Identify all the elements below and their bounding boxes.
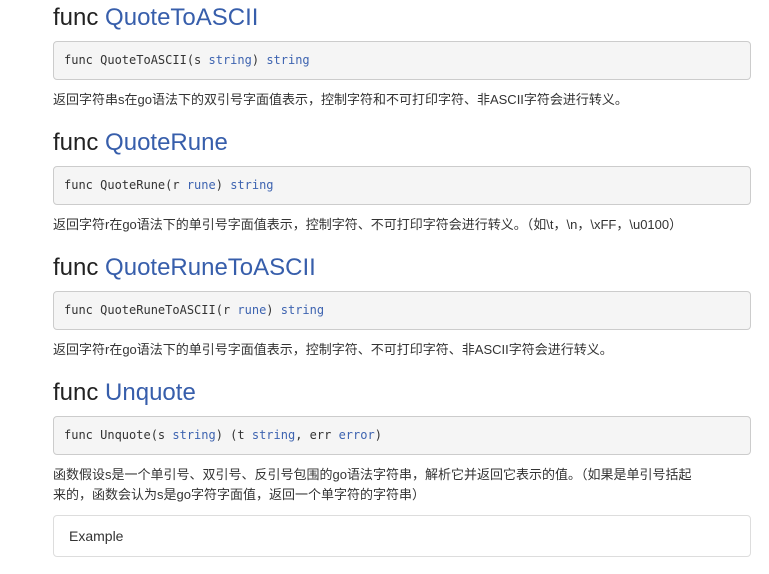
sig-return-type-2: error xyxy=(338,428,375,442)
sig-param-type: rune xyxy=(186,178,216,192)
func-description: 返回字符r在go语法下的单引号字面值表示，控制字符、不可打印字符、非ASCII字… xyxy=(53,342,613,357)
sig-param-type: string xyxy=(172,428,216,442)
sig-prefix: func QuoteRuneToASCII(r xyxy=(64,303,238,317)
func-description: 返回字符串s在go语法下的双引号字面值表示，控制字符和不可打印字符、非ASCII… xyxy=(53,92,628,107)
sig-prefix: func Unquote(s xyxy=(64,428,173,442)
func-name-link[interactable]: QuoteToASCII xyxy=(105,4,258,31)
func-description: 返回字符r在go语法下的单引号字面值表示，控制字符、不可打印字符会进行转义。（如… xyxy=(53,217,683,232)
sig-return-type: string xyxy=(230,178,274,192)
sig-separator: , err xyxy=(295,428,339,442)
sig-prefix: func QuoteRune(r xyxy=(64,178,187,192)
sig-param-type: string xyxy=(208,53,252,67)
func-signature-code: func QuoteRuneToASCII(r rune) string xyxy=(53,291,751,330)
func-signature-code: func QuoteToASCII(s string) string xyxy=(53,41,751,80)
func-keyword: func xyxy=(53,379,99,406)
example-toggle[interactable]: Example xyxy=(53,515,751,557)
sig-mid: ) xyxy=(266,303,281,317)
func-section-quotetoascii: func QuoteToASCII xyxy=(53,0,258,36)
func-keyword: func xyxy=(53,129,99,156)
func-heading: func Unquote xyxy=(53,375,196,411)
func-description: 函数假设s是一个单引号、双引号、反引号包围的go语法字符串，解析它并返回它表示的… xyxy=(53,465,751,505)
sig-mid: ) xyxy=(215,178,231,192)
sig-return-type: string xyxy=(266,53,310,67)
func-description-line-1: 函数假设s是一个单引号、双引号、反引号包围的go语法字符串，解析它并返回它表示的… xyxy=(53,467,692,482)
func-heading: func QuoteToASCII xyxy=(53,0,258,36)
func-heading: func QuoteRune xyxy=(53,125,228,161)
sig-return-type-1: string xyxy=(251,428,296,442)
sig-mid: ) (t xyxy=(215,428,252,442)
sig-param-type: rune xyxy=(237,303,267,317)
example-label: Example xyxy=(69,528,124,544)
sig-mid: ) xyxy=(251,53,267,67)
func-name-link[interactable]: Unquote xyxy=(105,379,196,406)
func-signature-code: func QuoteRune(r rune) string xyxy=(53,166,751,205)
func-name-link[interactable]: QuoteRuneToASCII xyxy=(105,254,316,281)
func-signature-code: func Unquote(s string) (t string, err er… xyxy=(53,416,751,455)
sig-prefix: func QuoteToASCII(s xyxy=(64,53,209,67)
sig-return-type: string xyxy=(280,303,325,317)
func-keyword: func xyxy=(53,254,99,281)
func-description-line-2: 来的，函数会认为s是go字符字面值，返回一个单字符的字符串） xyxy=(53,487,425,502)
func-keyword: func xyxy=(53,4,99,31)
sig-end: ) xyxy=(374,428,382,442)
func-name-link[interactable]: QuoteRune xyxy=(105,129,228,156)
func-heading: func QuoteRuneToASCII xyxy=(53,250,316,286)
